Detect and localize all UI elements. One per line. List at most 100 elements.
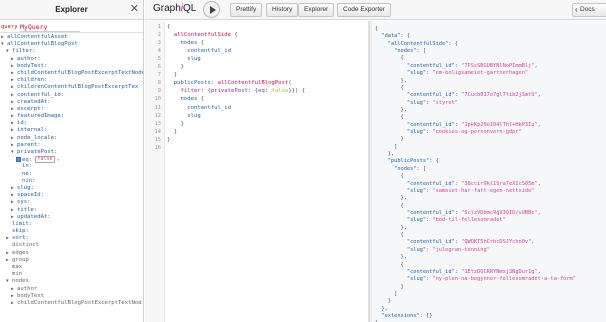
explorer-tree-item[interactable]: ▼ allContentfulBlogPost	[0, 41, 143, 48]
explorer-tree-label: privatePost:	[17, 149, 58, 155]
code-line[interactable]: nodes {	[167, 39, 204, 47]
result-line: },	[375, 195, 407, 202]
explorer-tree-item[interactable]: ▶ parent:	[0, 142, 143, 149]
explorer-tree-item[interactable]: in:	[0, 163, 143, 170]
explorer-tree-label: author	[17, 285, 38, 292]
explorer-tree-item[interactable]: ▶ createdAt:	[0, 98, 143, 106]
prettify-button[interactable]: Prettify	[230, 3, 263, 17]
code-line[interactable]: slug	[167, 112, 200, 120]
explorer-tree-item[interactable]: ▶ childrenContentfulBlogPostExcerptTex	[0, 84, 143, 91]
result-line: }	[375, 283, 404, 290]
line-number: 14	[154, 128, 161, 135]
explorer-tree-item[interactable]: ▶ author:	[0, 55, 143, 63]
explorer-tree-label: ne:	[22, 170, 33, 177]
explorer-tree-item[interactable]: ▶ contentful_id:	[0, 92, 143, 99]
code-line[interactable]: filter: {privatePost: {eq: false}}) {	[167, 87, 305, 95]
code-line[interactable]: contentful_id	[167, 104, 231, 112]
explorer-tree-item[interactable]: ▶ childContentfulBlogPostExcerptTextNode:	[0, 70, 143, 77]
result-line: "contentful_id": "7PSsSBGUBYNlNoPImmBlj"…	[406, 62, 538, 69]
code-line[interactable]: }	[167, 71, 177, 79]
explorer-tree-label: node_locale:	[17, 134, 58, 141]
explorer-tree-label: childContentfulBlogPostExcerptTextNod	[17, 299, 142, 306]
code-line[interactable]: contentful_id	[167, 47, 231, 55]
code-line[interactable]: allContentfulSide {	[167, 31, 238, 39]
explorer-tree-label: author:	[17, 55, 41, 62]
line-number: 2	[157, 32, 161, 39]
explorer-tree-label: sort:	[12, 235, 29, 242]
explorer-tree-item[interactable]: ▶ node_locale:	[0, 134, 143, 142]
query-name-input[interactable]: MyQuery	[20, 23, 80, 32]
chevron-down-icon[interactable]: ▾	[55, 157, 59, 162]
explorer-tree-item[interactable]: ▶ group	[0, 257, 143, 264]
code-line[interactable]: slug	[167, 55, 200, 63]
explorer-header: Explorer ✕	[0, 0, 143, 20]
result-line: "nodes": [	[394, 165, 427, 172]
explorer-tree-item[interactable]: ▶ excerpt:	[0, 105, 143, 113]
explorer-tree-item[interactable]: ▶ sort:	[0, 235, 143, 242]
result-line: {	[375, 232, 404, 239]
code-line[interactable]: }	[167, 120, 183, 128]
line-number: 7	[157, 72, 161, 79]
code-line[interactable]: nodes {	[167, 95, 204, 103]
eq-value-select[interactable]: false	[35, 156, 55, 164]
explorer-tree-label: excerpt:	[17, 105, 44, 112]
explorer-tree-label: createdAt:	[17, 98, 51, 105]
result-line: },	[375, 77, 407, 84]
line-number: 5	[157, 56, 161, 63]
explorer-tree-label: min	[12, 271, 23, 278]
explorer-tree-item[interactable]: ▶ allContentfulAsset	[0, 34, 143, 41]
explorer-tree-item[interactable]: ▶ sys:	[0, 199, 143, 206]
explorer-tree-item[interactable]: ▶ title:	[0, 207, 143, 214]
explorer-tree-label: skip:	[12, 228, 29, 235]
explorer-tree-label: nodes	[12, 278, 29, 285]
result-line: "extensions": {}	[381, 313, 433, 320]
result-line: "contentful_id": "5clzVDbmc9gV3QID/vUBBe…	[406, 210, 541, 216]
result-line: "publicPosts": {	[387, 158, 439, 165]
explorer-tree-item[interactable]: skip:	[0, 228, 143, 235]
explorer-tree-item[interactable]: limit:	[0, 221, 143, 228]
toolbar: GraphiQL Prettify History Explorer Code …	[145, 0, 606, 20]
query-keyword: query	[1, 24, 18, 30]
explorer-tree-item[interactable]: ▶ spaceId:	[0, 192, 143, 199]
explorer-button[interactable]: Explorer	[298, 3, 335, 17]
explorer-tree-item[interactable]: ▶ children:	[0, 77, 143, 84]
checkbox-icon[interactable]	[16, 157, 21, 163]
result-line: "slug": "cookies-og-personvern-gdpr"	[406, 129, 522, 136]
result-line: "slug": "styret"	[406, 99, 458, 106]
result-line: },	[375, 106, 407, 113]
docs-button[interactable]: Docs	[572, 3, 606, 17]
code-line[interactable]: }	[167, 128, 177, 136]
explorer-tree-item[interactable]: eq: false ▾	[0, 156, 143, 164]
line-number-gutter: 1 2 3 4 5 6 7 8 9 10 11 12 13 14 15 16	[145, 21, 165, 322]
execute-query-button[interactable]	[203, 1, 220, 18]
explorer-tree-item[interactable]: min	[0, 271, 143, 278]
query-editor[interactable]: 1 2 3 4 5 6 7 8 9 10 11 12 13 14 15 16 { allContentfulS…	[145, 21, 369, 322]
explorer-tree-item[interactable]: ▼ privatePost:	[0, 149, 143, 156]
explorer-tree-item[interactable]: ▼ filter:	[0, 48, 143, 55]
explorer-tree-item[interactable]: ▶ bodyText	[0, 293, 143, 300]
explorer-tree-item[interactable]: ▶ featuredImage:	[0, 113, 143, 120]
code-line[interactable]: }	[167, 63, 183, 71]
history-button[interactable]: History	[266, 3, 299, 17]
explorer-tree-item[interactable]: ▶ id:	[0, 120, 143, 127]
line-number: 10	[154, 96, 161, 103]
explorer-tree-item[interactable]: ▶ slug:	[0, 185, 143, 192]
code-line[interactable]: {	[167, 23, 170, 31]
explorer-tree-item[interactable]: ▶ childContentfulBlogPostExcerptTextNod	[0, 299, 143, 307]
code-exporter-button[interactable]: Code Exporter	[337, 3, 391, 17]
explorer-tree-item[interactable]: ▶ edges	[0, 250, 143, 257]
explorer-tree-item[interactable]: distinct	[0, 242, 143, 249]
explorer-tree-item[interactable]: ▼ nodes	[0, 278, 143, 285]
explorer-tree-item[interactable]: max	[0, 264, 143, 271]
result-line: "nodes": [	[394, 48, 427, 55]
explorer-tree-item[interactable]: ne:	[0, 170, 143, 178]
explorer-tree-item[interactable]: ▶ bodyText:	[0, 63, 143, 70]
code-line[interactable]: publicPosts: allContentfulBlogPost(	[167, 79, 292, 87]
explorer-tree-item[interactable]: ▶ internal:	[0, 127, 143, 134]
code-line[interactable]: }	[167, 136, 170, 144]
close-icon[interactable]: ✕	[130, 3, 139, 15]
explorer-tree-item[interactable]: nin:	[0, 178, 143, 185]
explorer-tree-item[interactable]: ▶ author	[0, 285, 143, 293]
explorer-tree-item[interactable]: ▶ updatedAt:	[0, 214, 143, 221]
result-line: "contentful_id": "1pkKp29oIO4lThl+HkP3Iu…	[406, 121, 541, 128]
